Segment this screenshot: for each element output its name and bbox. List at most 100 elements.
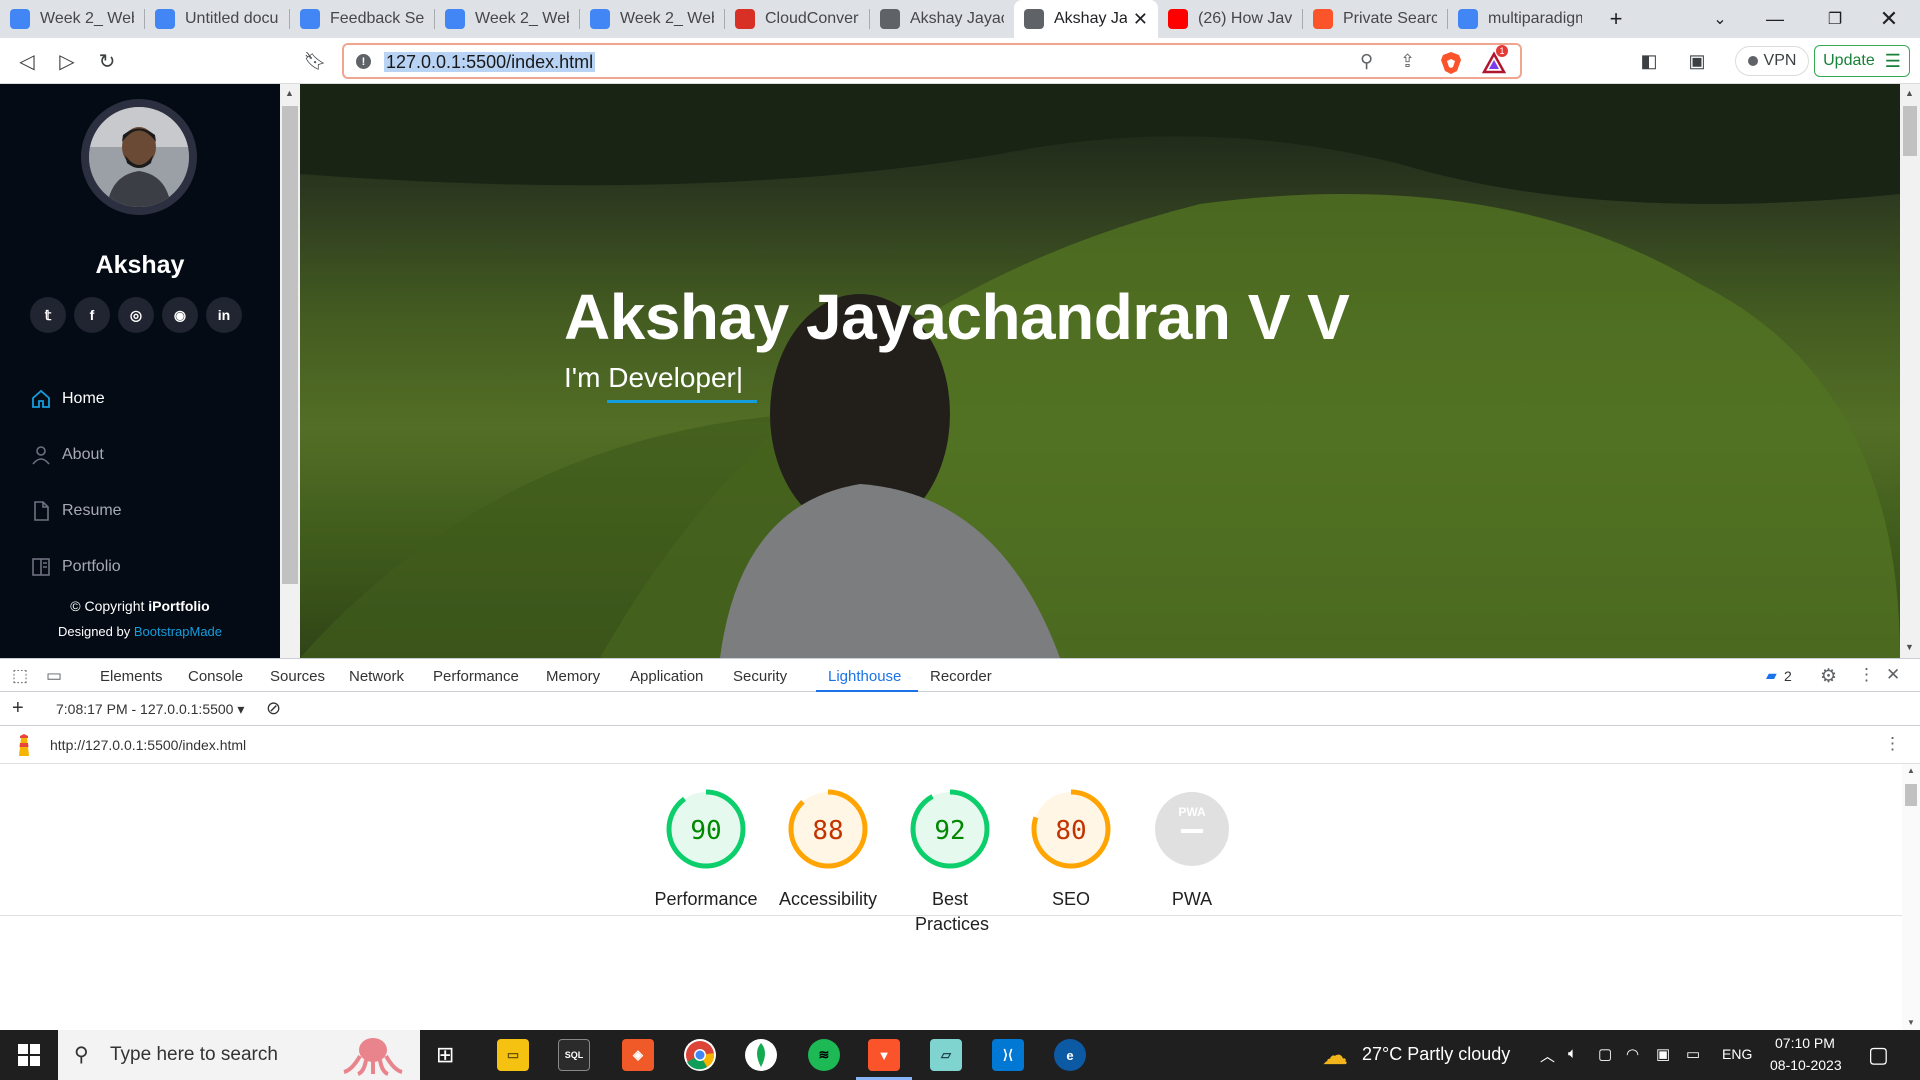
page-scroll-thumb[interactable]: [1903, 106, 1917, 156]
display-icon[interactable]: ▣: [1656, 1045, 1670, 1063]
devtools-tab-elements[interactable]: Elements: [100, 668, 163, 685]
address-bar[interactable]: ! 127.0.0.1:5500/index.html ⚲ ⇪ 1: [342, 43, 1522, 79]
notepad-icon[interactable]: ▱: [930, 1039, 962, 1071]
browser-tab[interactable]: Week 2_ Web D: [0, 0, 144, 38]
zoom-icon[interactable]: ⚲: [1360, 51, 1373, 72]
postman-icon[interactable]: ◈: [622, 1039, 654, 1071]
browser-tab[interactable]: Feedback Sess: [290, 0, 434, 38]
notifications-icon[interactable]: ▢: [1868, 1042, 1889, 1068]
speaker-icon[interactable]: 🔈︎: [1568, 1045, 1577, 1062]
browser-tab[interactable]: Akshay Ja ✕: [1014, 0, 1158, 38]
settings-gear-icon[interactable]: ⚙: [1820, 665, 1837, 688]
score-gauge-accessibility[interactable]: 88 Accessibility: [768, 788, 888, 912]
scroll-up-icon[interactable]: ▲: [1905, 88, 1914, 98]
browser-tab[interactable]: multiparadigm: [1448, 0, 1592, 38]
issues-icon[interactable]: ▰: [1766, 667, 1777, 684]
file-explorer-icon[interactable]: ▭: [497, 1039, 529, 1071]
score-gauge-seo[interactable]: 80 SEO: [1011, 788, 1131, 912]
close-window-button[interactable]: ✕: [1866, 0, 1912, 38]
clear-reports-icon[interactable]: ⊘: [266, 698, 281, 719]
bookmark-icon[interactable]: 🔖︎: [300, 46, 330, 76]
devtools-tab-sources[interactable]: Sources: [270, 668, 325, 685]
devtools-tab-lighthouse[interactable]: Lighthouse: [828, 668, 901, 685]
score-gauge-pwa[interactable]: PWA PWA: [1132, 788, 1252, 912]
weather-icon[interactable]: ☁: [1322, 1040, 1348, 1071]
meet-now-icon[interactable]: ▢: [1598, 1045, 1612, 1063]
scroll-up-icon[interactable]: ▲: [285, 88, 294, 98]
browser-tab[interactable]: CloudConvert: [725, 0, 869, 38]
clock-time[interactable]: 07:10 PM: [1775, 1035, 1835, 1051]
new-tab-button[interactable]: +: [1598, 0, 1634, 38]
brave-shields-icon[interactable]: [1440, 51, 1462, 75]
sidebar-toggle-icon[interactable]: ◧: [1634, 46, 1664, 76]
twitter-icon[interactable]: 𝕥: [30, 297, 66, 333]
browser-tab[interactable]: Private Search: [1303, 0, 1447, 38]
address-url[interactable]: 127.0.0.1:5500/index.html: [384, 52, 596, 72]
devtools-tab-memory[interactable]: Memory: [546, 668, 600, 685]
clock-date[interactable]: 08-10-2023: [1770, 1057, 1842, 1073]
mongodb-compass-icon[interactable]: [745, 1039, 777, 1071]
update-button[interactable]: Update ☰: [1814, 45, 1910, 77]
nav-item-portfolio[interactable]: Portfolio: [30, 539, 122, 595]
linkedin-icon[interactable]: in: [206, 297, 242, 333]
inspect-element-icon[interactable]: ⬚: [12, 666, 28, 686]
report-url[interactable]: http://127.0.0.1:5500/index.html: [50, 737, 246, 753]
report-scroll-thumb[interactable]: [1905, 784, 1917, 806]
instagram-icon[interactable]: ◎: [118, 297, 154, 333]
show-hidden-icons-chevron-icon[interactable]: ︿: [1540, 1045, 1555, 1066]
task-view-icon[interactable]: ⊞: [436, 1042, 454, 1068]
score-gauge-performance[interactable]: 90 Performance: [646, 788, 766, 912]
new-report-icon[interactable]: +: [12, 697, 24, 720]
close-devtools-icon[interactable]: ✕: [1886, 665, 1900, 685]
forward-button[interactable]: ▷: [52, 46, 82, 76]
spotify-icon[interactable]: ≋: [808, 1039, 840, 1071]
scroll-down-icon[interactable]: ▼: [1907, 1018, 1915, 1027]
close-tab-icon[interactable]: ✕: [1133, 9, 1148, 30]
mysql-workbench-icon[interactable]: SQL: [558, 1039, 590, 1071]
language-indicator[interactable]: ENG: [1722, 1046, 1752, 1062]
github-icon[interactable]: ◉: [162, 297, 198, 333]
bootstrapmade-link[interactable]: BootstrapMade: [134, 624, 222, 639]
brave-browser-icon[interactable]: ▼: [868, 1039, 900, 1071]
share-icon[interactable]: ⇪: [1400, 51, 1415, 72]
maximize-button[interactable]: ❐: [1812, 0, 1858, 38]
report-menu-icon[interactable]: ⋮: [1884, 734, 1901, 754]
wifi-icon[interactable]: ◠: [1626, 1045, 1639, 1063]
tab-search-chevron-icon[interactable]: ⌄: [1700, 0, 1740, 38]
reload-button[interactable]: ↻: [92, 46, 122, 76]
facebook-icon[interactable]: f: [74, 297, 110, 333]
weather-text[interactable]: 27°C Partly cloudy: [1362, 1044, 1510, 1065]
wallet-icon[interactable]: ▣: [1682, 46, 1712, 76]
back-button[interactable]: ◁: [12, 46, 42, 76]
chrome-icon[interactable]: [684, 1039, 716, 1071]
devtools-tab-security[interactable]: Security: [733, 668, 787, 685]
nav-item-home[interactable]: Home: [30, 371, 122, 427]
report-scrollbar[interactable]: ▲ ▼: [1902, 764, 1920, 1031]
scroll-down-icon[interactable]: ▼: [1905, 642, 1914, 652]
devtools-tab-recorder[interactable]: Recorder: [930, 668, 992, 685]
issues-count[interactable]: 2: [1784, 668, 1792, 684]
edge-icon[interactable]: e: [1054, 1039, 1086, 1071]
nav-item-about[interactable]: About: [30, 427, 122, 483]
devtools-tab-application[interactable]: Application: [630, 668, 703, 685]
vpn-button[interactable]: VPN: [1735, 46, 1809, 76]
browser-tab[interactable]: Akshay Jayach: [870, 0, 1014, 38]
report-selector[interactable]: 7:08:17 PM - 127.0.0.1:5500 ▾: [56, 701, 244, 718]
browser-tab[interactable]: (26) How JavaS: [1158, 0, 1302, 38]
minimize-button[interactable]: —: [1752, 0, 1798, 38]
scroll-up-icon[interactable]: ▲: [1907, 766, 1915, 775]
devtools-tab-network[interactable]: Network: [349, 668, 404, 685]
devtools-tab-performance[interactable]: Performance: [433, 668, 519, 685]
vscode-icon[interactable]: ⟩⟨: [992, 1039, 1024, 1071]
nav-item-resume[interactable]: Resume: [30, 483, 122, 539]
battery-icon[interactable]: ▭: [1686, 1045, 1700, 1063]
site-info-icon[interactable]: !: [356, 54, 371, 69]
page-scrollbar[interactable]: ▲ ▼: [1900, 84, 1920, 658]
sidebar-scroll-thumb[interactable]: [282, 106, 298, 584]
device-toolbar-icon[interactable]: ▭: [46, 666, 62, 686]
start-button[interactable]: [0, 1030, 58, 1080]
sidebar-scrollbar[interactable]: ▲: [280, 84, 300, 658]
browser-tab[interactable]: Week 2_ Web: [435, 0, 579, 38]
taskbar-search[interactable]: ⚲ Type here to search: [58, 1030, 420, 1080]
more-options-icon[interactable]: ⋮: [1858, 665, 1875, 685]
